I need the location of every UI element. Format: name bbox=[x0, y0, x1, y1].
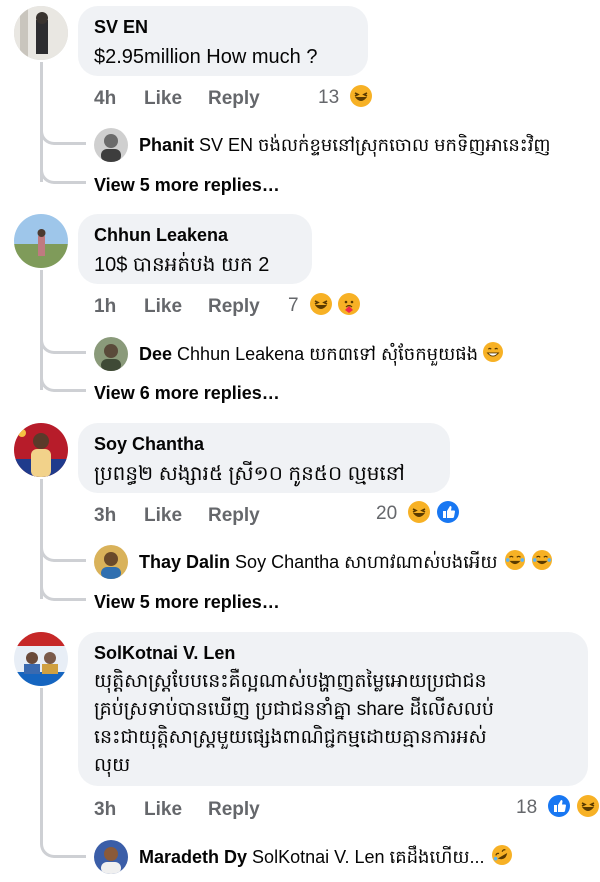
reaction-count: 20 bbox=[376, 503, 398, 524]
reply-text: Phanit SV EN ចង់លក់ខ្ទមនៅស្រុកចោល មកទិញអ… bbox=[139, 135, 551, 155]
haha-reaction-icon bbox=[307, 290, 334, 317]
haha-reaction-icon bbox=[574, 792, 600, 819]
reply-text: Dee Chhun Leakena យក៣ទៅ សុំចែកមួយផង bbox=[139, 341, 505, 367]
reaction-count: 18 bbox=[516, 797, 538, 818]
tears-of-joy-emoji-icon bbox=[504, 550, 527, 572]
tears-of-joy-emoji-icon bbox=[531, 550, 554, 572]
comment-time[interactable]: 3h bbox=[94, 796, 116, 824]
avatar[interactable] bbox=[14, 6, 68, 60]
comment-text: យុត្តិសាស្ត្របែបនេះគឺល្អណាស់បង្ហាញតម្លៃអ… bbox=[94, 671, 494, 776]
comment-bubble: Chhun Leakena 10$ បានអត់បង យក 2 bbox=[78, 214, 312, 284]
avatar[interactable] bbox=[14, 632, 68, 686]
comment-time[interactable]: 3h bbox=[94, 502, 116, 530]
comment-bubble: SV EN $2.95million How much ? bbox=[78, 6, 368, 76]
comment-time[interactable]: 1h bbox=[94, 293, 116, 321]
care-reaction-icon bbox=[336, 290, 363, 317]
comment-bubble: Soy Chantha ប្រពន្ធ២ សង្សារ៥ ស្រី១០ កូន៥… bbox=[78, 423, 450, 493]
comment-author[interactable]: SV EN bbox=[94, 16, 352, 38]
reply-button[interactable]: Reply bbox=[208, 796, 260, 824]
reaction-count: 7 bbox=[288, 295, 299, 316]
reply-button[interactable]: Reply bbox=[208, 293, 260, 321]
reaction-summary[interactable]: 7 bbox=[288, 290, 363, 320]
comment-text: $2.95million How much ? bbox=[94, 46, 318, 68]
like-button[interactable]: Like bbox=[144, 796, 182, 824]
rofl-emoji-icon bbox=[491, 845, 514, 867]
view-more-replies[interactable]: View 5 more replies… bbox=[94, 590, 280, 614]
comment-author[interactable]: Chhun Leakena bbox=[94, 224, 296, 246]
like-button[interactable]: Like bbox=[144, 85, 182, 113]
haha-reaction-icon bbox=[406, 498, 433, 525]
like-reaction-icon bbox=[546, 792, 573, 819]
reply-text: Thay Dalin Soy Chantha សាហាវណាស់បងអើយ bbox=[139, 549, 554, 575]
avatar[interactable] bbox=[14, 214, 68, 268]
like-reaction-icon bbox=[434, 498, 461, 525]
comment-time[interactable]: 4h bbox=[94, 85, 116, 113]
avatar[interactable] bbox=[14, 423, 68, 477]
reply-button[interactable]: Reply bbox=[208, 85, 260, 113]
grin-emoji-icon bbox=[483, 342, 505, 364]
like-button[interactable]: Like bbox=[144, 502, 182, 530]
reply-avatar[interactable] bbox=[94, 128, 128, 162]
reply-text: Maradeth Dy SolKotnai V. Len គេដឹងហើយ... bbox=[139, 844, 514, 870]
reaction-count: 13 bbox=[318, 87, 340, 108]
like-button[interactable]: Like bbox=[144, 293, 182, 321]
reply-author[interactable]: Dee bbox=[139, 344, 172, 364]
view-more-replies[interactable]: View 6 more replies… bbox=[94, 381, 280, 405]
reaction-summary[interactable]: 20 bbox=[376, 498, 461, 528]
comment-author[interactable]: Soy Chantha bbox=[94, 433, 434, 455]
comment-text: 10$ បានអត់បង យក 2 bbox=[94, 254, 270, 276]
reaction-summary[interactable]: 18 bbox=[516, 792, 600, 822]
reply-avatar[interactable] bbox=[94, 545, 128, 579]
haha-reaction-icon bbox=[348, 82, 375, 109]
reply-author[interactable]: Phanit bbox=[139, 135, 194, 155]
reply-author[interactable]: Maradeth Dy bbox=[139, 847, 247, 867]
reaction-summary[interactable]: 13 bbox=[318, 82, 375, 112]
reply-button[interactable]: Reply bbox=[208, 502, 260, 530]
reply-author[interactable]: Thay Dalin bbox=[139, 552, 230, 572]
comment-text: ប្រពន្ធ២ សង្សារ៥ ស្រី១០ កូន៥០ ល្មមនៅ bbox=[94, 463, 405, 485]
comment-author[interactable]: SolKotnai V. Len bbox=[94, 642, 572, 664]
reply-avatar[interactable] bbox=[94, 840, 128, 874]
view-more-replies[interactable]: View 5 more replies… bbox=[94, 173, 280, 197]
reply-avatar[interactable] bbox=[94, 337, 128, 371]
comment-bubble: SolKotnai V. Len យុត្តិសាស្ត្របែបនេះគឺល្… bbox=[78, 632, 588, 786]
